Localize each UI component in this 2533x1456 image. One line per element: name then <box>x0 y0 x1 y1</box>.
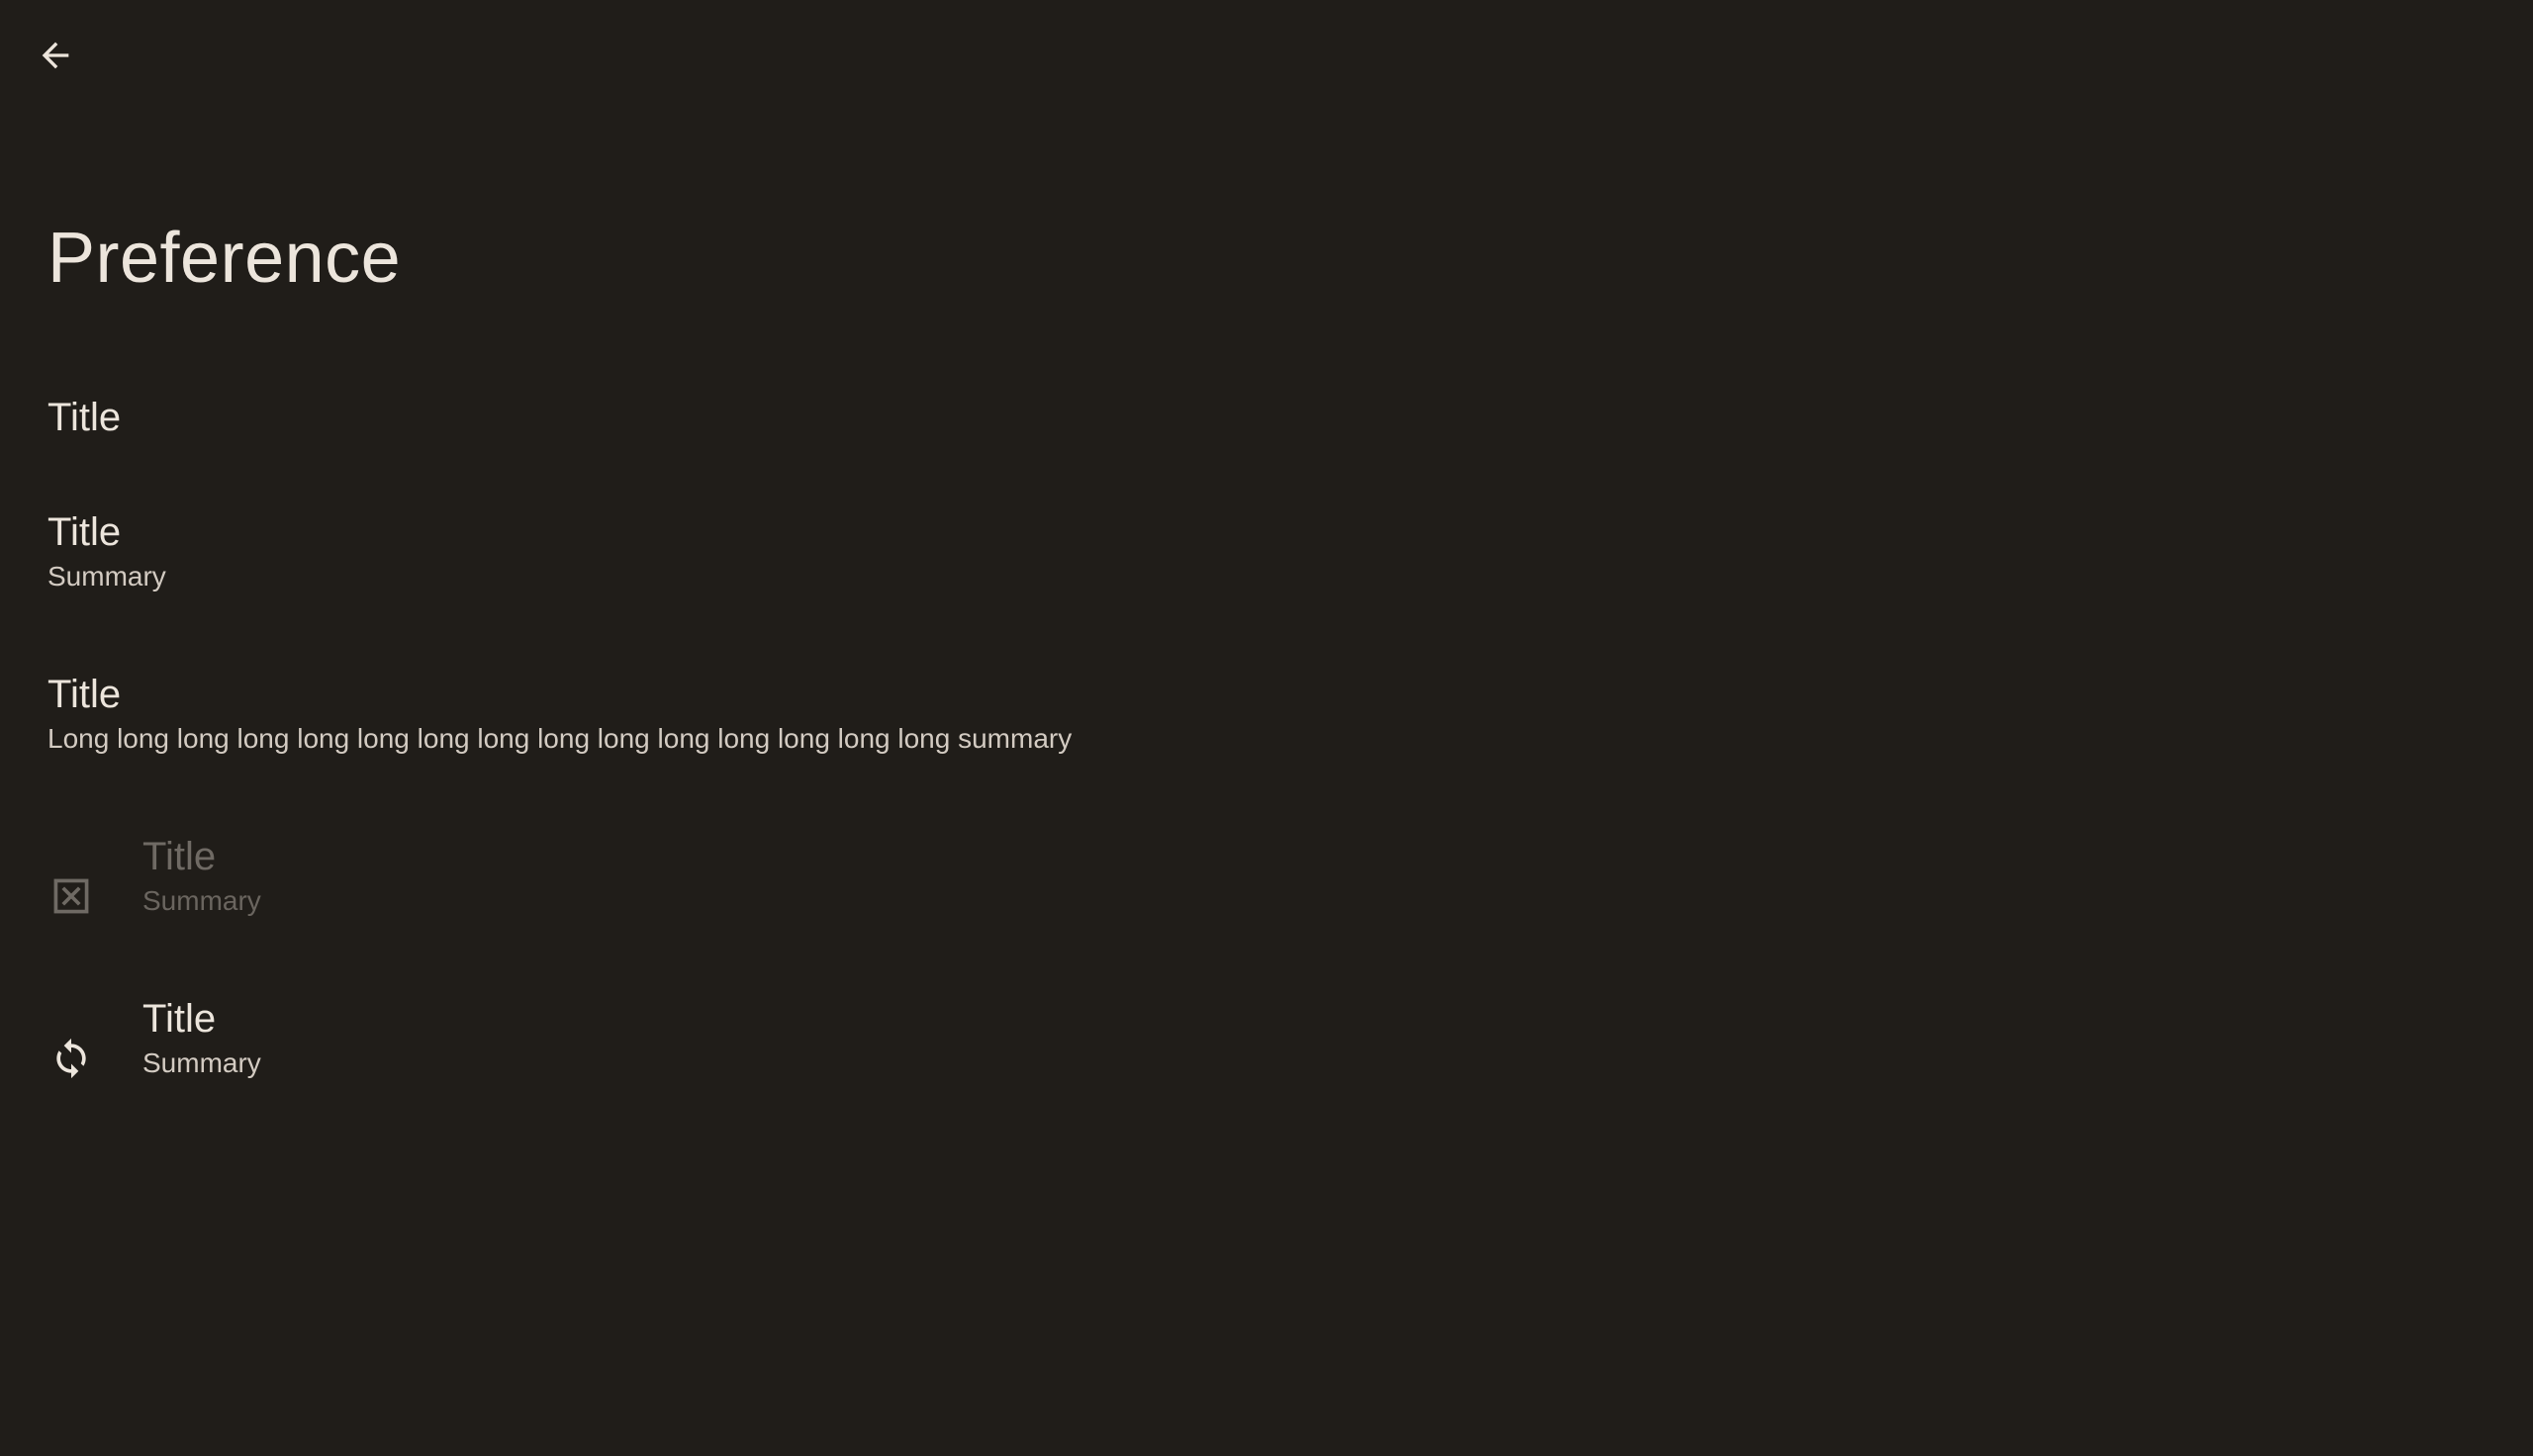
preference-text: Title Summary <box>142 995 261 1080</box>
page-title: Preference <box>47 219 402 298</box>
preference-item-3[interactable]: Title Long long long long long long long… <box>0 657 2533 805</box>
preference-title: Title <box>47 396 122 439</box>
back-button[interactable] <box>24 24 87 87</box>
preference-text: Title Long long long long long long long… <box>47 671 1072 756</box>
preference-title: Title <box>142 835 217 878</box>
preference-item-4: Title Summary <box>0 819 2533 967</box>
disabled-box-x-icon <box>47 872 95 920</box>
preference-title: Title <box>47 510 122 554</box>
preference-title: Title <box>47 673 122 716</box>
preference-summary: Summary <box>142 885 261 916</box>
preference-summary: Long long long long long long long long … <box>47 723 1073 754</box>
preference-text: Title Summary <box>47 508 166 593</box>
preference-title: Title <box>142 997 217 1041</box>
sync-icon <box>47 1035 95 1082</box>
preference-summary: Summary <box>47 561 166 592</box>
arrow-back-icon <box>42 42 69 69</box>
preference-screen: Preference Title Title Summary Title Lon… <box>0 0 2533 1456</box>
preference-item-5[interactable]: Title Summary <box>0 981 2533 1130</box>
preference-text: Title Summary <box>142 833 261 918</box>
preference-item-1[interactable]: Title <box>0 376 2533 485</box>
preference-item-2[interactable]: Title Summary <box>0 495 2533 643</box>
preference-text: Title <box>47 394 121 441</box>
preference-summary: Summary <box>142 1047 261 1078</box>
